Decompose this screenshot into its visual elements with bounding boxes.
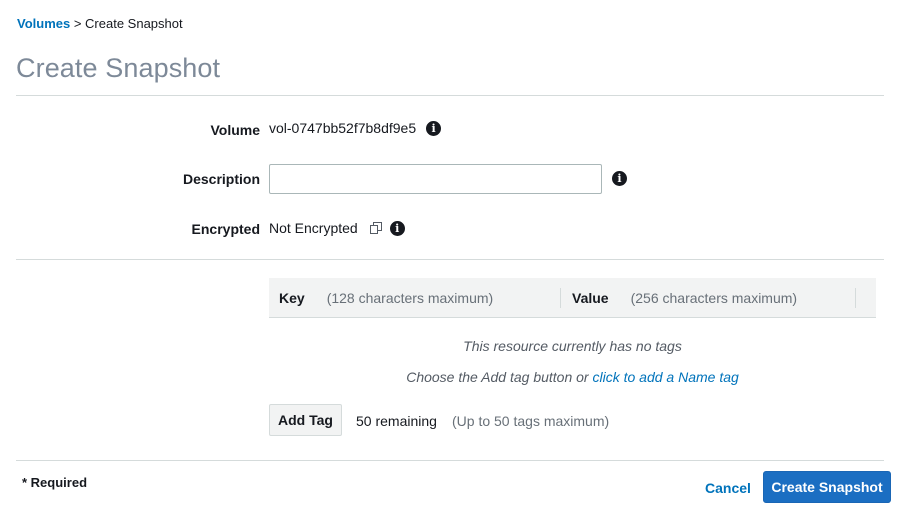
volume-label: Volume — [210, 122, 260, 138]
cancel-button[interactable]: Cancel — [698, 472, 758, 504]
description-input[interactable] — [269, 164, 602, 194]
key-column-header: Key (128 characters maximum) — [279, 278, 493, 318]
encrypted-status: Not Encrypted — [269, 220, 358, 236]
breadcrumb-separator: > — [70, 16, 86, 31]
volume-id: vol-0747bb52f7b8df9e5 — [269, 120, 417, 136]
column-divider — [560, 288, 561, 308]
encrypted-value-row: Not Encrypted i — [269, 220, 405, 236]
tags-max-note: (Up to 50 tags maximum) — [452, 413, 610, 429]
key-header-hint: (128 characters maximum) — [326, 290, 494, 306]
column-divider — [855, 288, 856, 308]
no-tags-message: This resource currently has no tags — [463, 338, 682, 354]
info-icon[interactable]: i — [426, 120, 442, 136]
encrypted-label: Encrypted — [191, 221, 260, 237]
value-column-header: Value (256 characters maximum) — [572, 278, 797, 318]
tags-table-header: Key (128 characters maximum) Value (256 … — [269, 278, 876, 318]
info-icon[interactable]: i — [612, 171, 627, 186]
required-note: * Required — [22, 475, 88, 490]
value-header-hint: (256 characters maximum) — [630, 290, 798, 306]
tags-remaining-count: 50 remaining — [356, 413, 437, 429]
breadcrumb: Volumes > Create Snapshot — [17, 16, 183, 31]
add-tag-button[interactable]: Add Tag — [269, 404, 342, 436]
description-label: Description — [182, 171, 260, 187]
section-divider — [16, 259, 884, 260]
value-header-label: Value — [572, 290, 609, 306]
volume-value-row: vol-0747bb52f7b8df9e5 i — [269, 120, 442, 136]
create-snapshot-button[interactable]: Create Snapshot — [763, 471, 891, 503]
info-icon[interactable]: i — [389, 220, 405, 236]
breadcrumb-current: Create Snapshot — [85, 16, 183, 31]
title-divider — [16, 95, 884, 96]
page-title: Create Snapshot — [16, 53, 221, 83]
add-name-tag-link[interactable]: click to add a Name tag — [592, 369, 738, 385]
add-tag-hint: Choose the Add tag button or click to ad… — [269, 369, 876, 385]
key-header-label: Key — [279, 290, 305, 306]
copy-icon[interactable] — [369, 221, 382, 235]
breadcrumb-volumes-link[interactable]: Volumes — [17, 16, 70, 31]
add-tag-hint-text: Choose the Add tag button or — [406, 369, 593, 385]
footer-divider — [16, 460, 884, 461]
